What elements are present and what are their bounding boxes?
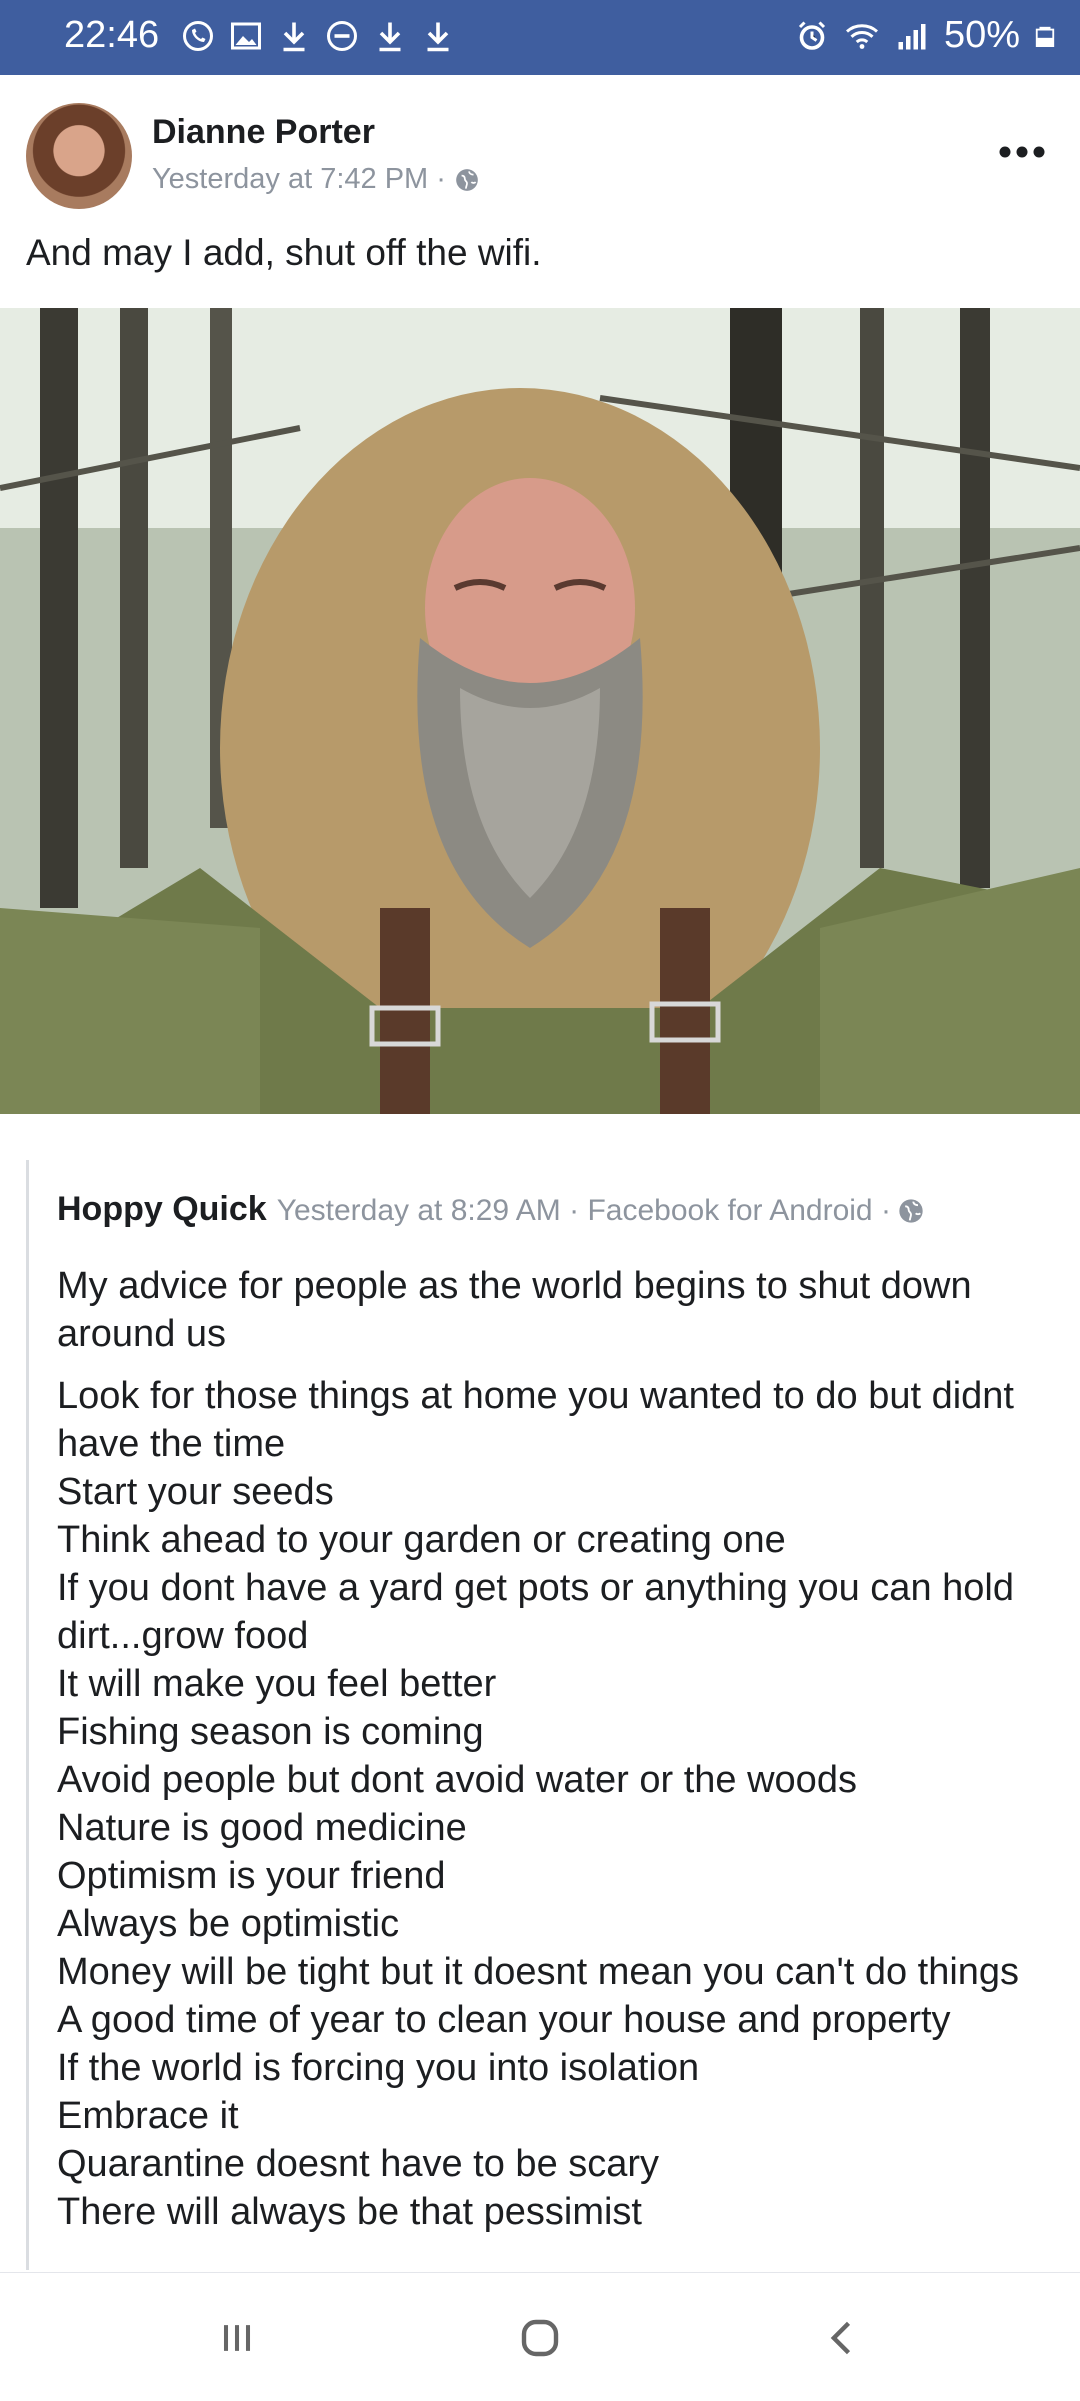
advice-line: Money will be tight but it doesnt mean y… (57, 1951, 1020, 1993)
advice-line: It will make you feel better (57, 1663, 497, 1705)
advice-line: Avoid people but dont avoid water or the… (57, 1759, 857, 1801)
more-options-button[interactable] (998, 135, 1046, 159)
whatsapp-icon (183, 21, 213, 51)
shared-post-intro: My advice for people as the world begins… (57, 1265, 972, 1355)
shared-post-header: Hoppy Quick Yesterday at 8:29 AM · Faceb… (57, 1190, 925, 1229)
navigation-bar (0, 2272, 1080, 2401)
download-icon (283, 22, 305, 52)
battery-percent: 50% (943, 14, 1020, 56)
globe-icon (899, 1199, 923, 1223)
notification-icons (180, 18, 456, 54)
author-name[interactable]: Dianne Porter (152, 113, 375, 152)
battery-icon (1035, 26, 1055, 47)
back-icon (830, 2321, 851, 2355)
recent-apps-icon (223, 2325, 251, 2351)
globe-icon (456, 168, 478, 191)
download-icon (379, 22, 401, 52)
shared-author-name[interactable]: Hoppy Quick (57, 1190, 267, 1229)
advice-line: Think ahead to your garden or creating o… (57, 1519, 786, 1561)
wifi-icon (845, 23, 878, 49)
meta-separator: · (436, 163, 446, 195)
advice-line: Quarantine doesnt have to be scary (57, 2143, 660, 2185)
post-text: And may I add, shut off the wifi. (26, 232, 542, 273)
advice-list: Look for those things at home you wanted… (57, 1372, 1047, 2236)
advice-line: There will always be that pessimist (57, 2191, 642, 2233)
shared-meta-text: Yesterday at 8:29 AM · Facebook for Andr… (276, 1194, 891, 1227)
post-header: Dianne Porter Yesterday at 7:42 PM · (0, 75, 1080, 225)
home-button[interactable] (505, 2303, 575, 2373)
advice-line: If you dont have a yard get pots or anyt… (57, 1567, 1014, 1657)
post-meta: Yesterday at 7:42 PM · (152, 163, 480, 196)
home-icon (521, 2319, 559, 2357)
forest-selfie-image (0, 308, 1080, 1114)
signal-icon (898, 23, 926, 49)
avatar[interactable] (26, 103, 132, 209)
advice-line: Optimism is your friend (57, 1855, 446, 1897)
post-photo[interactable] (0, 308, 1080, 1114)
gallery-icon (231, 22, 261, 50)
shared-post-body: My advice for people as the world begins… (57, 1262, 1047, 2236)
status-time: 22:46 (64, 14, 160, 56)
shared-post[interactable]: Hoppy Quick Yesterday at 8:29 AM · Faceb… (26, 1160, 1069, 2270)
status-bar: 22:46 50% (0, 0, 1080, 75)
advice-line: A good time of year to clean your house … (57, 1999, 951, 2041)
back-button[interactable] (808, 2303, 878, 2373)
system-icons: 50% (794, 14, 1056, 57)
advice-line: Embrace it (57, 2095, 239, 2137)
advice-line: Always be optimistic (57, 1903, 400, 1945)
advice-line: Look for those things at home you wanted… (57, 1375, 1014, 1465)
do-not-disturb-icon (327, 21, 357, 51)
alarm-icon (798, 20, 825, 50)
download-icon (427, 22, 449, 52)
advice-line: Nature is good medicine (57, 1807, 467, 1849)
more-dots-icon (999, 146, 1045, 158)
shared-post-meta: Yesterday at 8:29 AM · Facebook for Andr… (277, 1194, 925, 1228)
advice-line: If the world is forcing you into isolati… (57, 2047, 700, 2089)
post-timestamp[interactable]: Yesterday at 7:42 PM (152, 163, 428, 196)
advice-line: Fishing season is coming (57, 1711, 484, 1753)
recent-apps-button[interactable] (202, 2303, 272, 2373)
advice-line: Start your seeds (57, 1471, 334, 1513)
